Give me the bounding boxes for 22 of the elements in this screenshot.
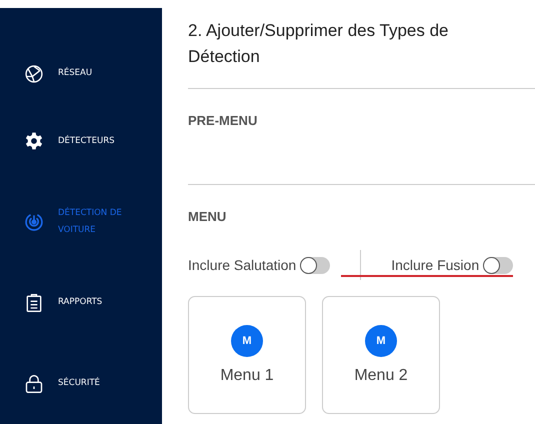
lock-icon bbox=[24, 374, 44, 394]
sidebar-item[interactable]: RÉSEAU bbox=[0, 46, 162, 102]
section-heading: MENU bbox=[188, 208, 228, 226]
menu-card[interactable]: M Menu 2 bbox=[322, 296, 440, 414]
menu-label: Menu 2 bbox=[354, 367, 408, 385]
toggle-switch[interactable] bbox=[300, 256, 330, 274]
sidebar-item[interactable]: SÉCURITÉ bbox=[0, 343, 162, 424]
avatar-badge: M bbox=[231, 325, 263, 357]
menu-card[interactable]: M Menu 1 bbox=[188, 296, 306, 414]
toggle-label: Inclure Salutation bbox=[188, 257, 296, 273]
menu-label: Menu 1 bbox=[220, 367, 274, 385]
toggle-switch[interactable] bbox=[483, 256, 514, 274]
settings-icon bbox=[24, 131, 44, 152]
target-icon bbox=[24, 212, 44, 232]
avatar-badge: M bbox=[365, 325, 397, 357]
toggle-label: Inclure Fusion bbox=[391, 257, 480, 273]
sidebar-item[interactable]: RAPPORTS bbox=[0, 262, 162, 344]
page-title: 2. Ajouter/Supprimer des Types de Détection bbox=[188, 20, 450, 68]
clipboard-icon bbox=[24, 292, 44, 313]
section-heading: PRE-MENU bbox=[188, 112, 258, 130]
sidebar-item[interactable]: DÉTECTEURS bbox=[0, 101, 162, 182]
globe-icon bbox=[24, 64, 44, 84]
